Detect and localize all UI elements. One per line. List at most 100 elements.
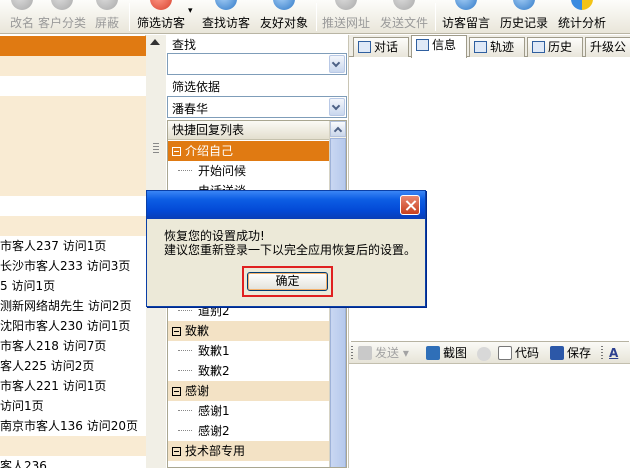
customer-category-icon [51,0,73,10]
visitor-message-icon [455,0,477,10]
filter-dropdown-icon[interactable]: ▾ [188,6,193,16]
emoji-button[interactable] [477,345,491,361]
visitor-list-item[interactable]: 市客人221 访问1页 [0,376,146,396]
visitor-list-item[interactable]: 客人236 [0,456,146,468]
close-icon[interactable] [400,195,420,215]
search-combobox[interactable] [167,53,347,75]
send-file-icon [393,0,415,10]
quick-reply-group[interactable]: 技术部专用 [168,441,330,461]
quick-reply-item[interactable]: 感谢1 [168,401,330,421]
statistics-button[interactable]: 统计分析 [554,0,610,34]
scroll-up-button[interactable] [330,121,346,137]
visitor-list-item[interactable]: 客人225 访问2页 [0,356,146,376]
statistics-icon [571,0,593,10]
emoji-icon [477,347,491,361]
visitor-message-button[interactable]: 访客留言 [438,0,494,34]
message-input-area[interactable] [351,365,629,468]
history-icon [513,0,535,10]
font-button[interactable]: A [607,345,618,361]
toolbar-separator [435,3,436,31]
friendly-object-button[interactable]: 友好对象 [256,0,312,34]
chat-icon [358,41,371,53]
code-icon [498,346,512,360]
filter-combobox[interactable]: 潘春华 [167,96,347,118]
visitor-list-item[interactable] [0,196,146,216]
quick-reply-group-label: 致歉 [185,324,210,338]
search-label: 查找 [172,38,197,52]
filter-dropdown-button[interactable] [329,98,345,116]
collapse-minus-icon[interactable] [172,387,181,396]
save-button[interactable]: 保存 [549,345,591,361]
tab-info[interactable]: 信息 [411,35,467,58]
ok-button[interactable]: 确定 [247,272,328,291]
visitor-list-item[interactable]: 5 访问1页 [0,276,146,296]
collapse-minus-icon[interactable] [172,447,181,456]
send-button[interactable]: 发送 ▾ [357,345,409,361]
quick-reply-group-label: 介绍自己 [185,144,234,158]
visitor-list-item[interactable]: 市客人237 访问1页 [0,236,146,256]
visitor-list-item[interactable]: 市客人218 访问7页 [0,336,146,356]
visitor-list-item[interactable] [0,96,146,116]
collapse-arrow-icon[interactable] [150,39,160,45]
friendly-object-icon [273,0,295,10]
send-icon [358,346,372,360]
visitor-list-item[interactable] [0,56,146,76]
save-icon [550,346,564,360]
collapse-minus-icon[interactable] [172,147,181,156]
rename-icon [11,0,33,10]
screenshot-icon [426,346,440,360]
send-file-button[interactable]: 发送文件 [376,0,432,34]
filter-visitor-button[interactable]: 筛选访客 [133,0,189,34]
screenshot-button[interactable]: 截图 [425,345,467,361]
splitter-grip-icon[interactable] [153,143,159,153]
visitor-list-item[interactable] [0,136,146,156]
customer-category-button[interactable]: 客户分类 [32,0,92,34]
history-tab-icon [532,41,545,53]
dialog-title-bar[interactable] [147,191,425,219]
quick-reply-item[interactable]: 感谢2 [168,421,330,441]
filter-label: 筛选依据 [172,80,221,94]
ok-button-highlight: 确定 [242,266,333,297]
push-url-icon [335,0,357,10]
dialog-message-line2: 建议您重新登录一下以完全应用恢复后的设置。 [164,243,417,257]
visitor-list-item[interactable] [0,216,146,236]
visitor-list-item[interactable]: 访问1页 [0,396,146,416]
tab-history[interactable]: 历史 [527,37,583,57]
visitor-list-item[interactable]: 南京市客人136 访问20页 [0,416,146,436]
send-toolbar: 发送 ▾ 截图 代码 保存 A [349,342,630,364]
tab-chat[interactable]: 对话 [353,37,409,57]
visitor-list-item[interactable] [0,116,146,136]
chevron-down-icon [331,101,341,111]
toolbar: 改名 客户分类 屏蔽 筛选访客 ▾ 查找访客 友好对象 推送网址 发送文件 访客… [0,0,630,34]
visitor-list-item[interactable] [0,436,146,456]
quick-reply-header: 快捷回复列表 [168,121,330,140]
quick-reply-group[interactable]: 介绍自己 [168,141,330,161]
quick-reply-item[interactable]: 开始问候 [168,161,330,181]
history-button[interactable]: 历史记录 [496,0,552,34]
code-button[interactable]: 代码 [497,345,539,361]
quick-reply-group[interactable]: 致歉 [168,321,330,341]
visitor-list-item[interactable]: 长沙市客人233 访问3页 [0,256,146,276]
push-url-button[interactable]: 推送网址 [318,0,374,34]
block-button[interactable]: 屏蔽 [90,0,124,34]
search-dropdown-button[interactable] [329,55,345,73]
chevron-down-icon [331,58,341,68]
block-icon [96,0,118,10]
toolbar-grip-icon [351,346,353,360]
visitor-list-item[interactable] [0,36,146,56]
visitor-list-item[interactable]: 沈阳市客人230 访问1页 [0,316,146,336]
visitor-list-item[interactable] [0,176,146,196]
quick-reply-group[interactable]: 感谢 [168,381,330,401]
quick-reply-item[interactable]: 致歉1 [168,341,330,361]
visitor-list-item[interactable] [0,156,146,176]
filter-value: 潘春华 [172,102,209,116]
visitor-list-item[interactable] [0,76,146,96]
collapse-minus-icon[interactable] [172,327,181,336]
visitor-list-item[interactable]: 测新网络胡先生 访问2页 [0,296,146,316]
quick-reply-item[interactable]: 致歉2 [168,361,330,381]
find-visitor-icon [215,0,237,10]
tab-upgrade[interactable]: 升级公 [585,37,630,57]
find-visitor-button[interactable]: 查找访客 [198,0,254,34]
tab-track[interactable]: 轨迹 [469,37,525,57]
info-icon [416,39,429,51]
